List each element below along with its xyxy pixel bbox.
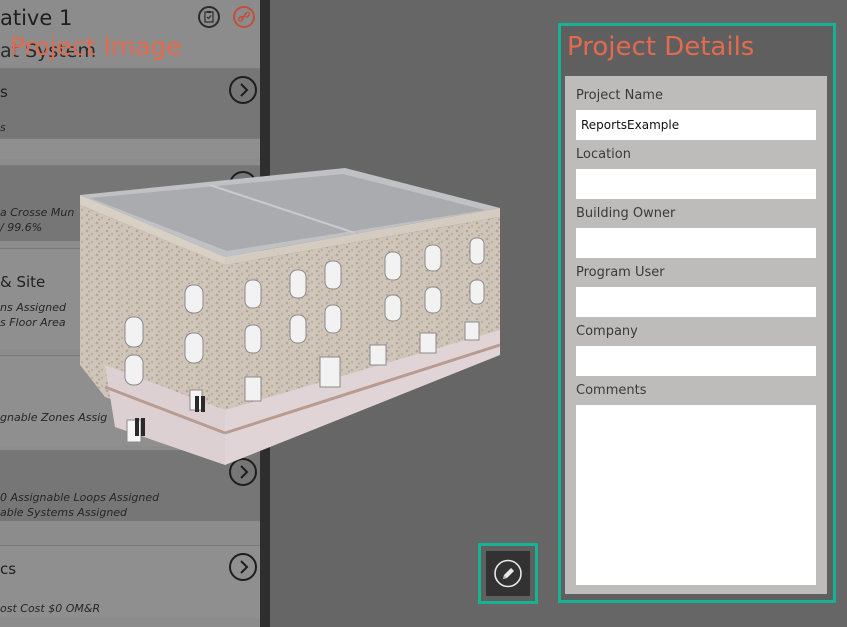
building-owner-label: Building Owner xyxy=(576,206,676,221)
summary-card-systems[interactable]: s s xyxy=(0,68,260,139)
project-name-label: Project Name xyxy=(576,88,663,103)
chevron-right-icon[interactable] xyxy=(229,553,257,581)
card-heading: s xyxy=(0,83,8,101)
program-user-field[interactable] xyxy=(576,287,816,317)
project-details-panel: Project Details Project Name Location Bu… xyxy=(558,23,836,603)
edit-button-frame xyxy=(478,543,538,604)
location-label: Location xyxy=(576,147,631,162)
project-details-title: Project Details xyxy=(567,32,755,62)
comments-label: Comments xyxy=(576,383,647,398)
company-label: Company xyxy=(576,324,638,339)
card-detail: 0 Assignable Loops Assigned xyxy=(0,491,160,504)
project-building-image xyxy=(80,168,501,465)
card-heading: & Site xyxy=(0,273,46,291)
card-detail: / 99.6% xyxy=(0,221,43,234)
summary-card-economics[interactable]: cs ost Cost $0 OM&R xyxy=(0,545,260,618)
link-icon[interactable] xyxy=(233,6,255,28)
chevron-right-icon[interactable] xyxy=(229,76,257,104)
pencil-icon xyxy=(494,559,522,588)
building-owner-field[interactable] xyxy=(576,228,816,258)
project-name-field[interactable] xyxy=(576,110,816,140)
project-image-label: Project Image xyxy=(10,32,182,61)
location-field[interactable] xyxy=(576,169,816,199)
summary-card-spacer xyxy=(0,138,260,159)
company-field[interactable] xyxy=(576,346,816,376)
card-detail: able Systems Assigned xyxy=(0,506,128,519)
project-details-form: Project Name Location Building Owner Pro… xyxy=(565,76,827,594)
alternative-title: ative 1 xyxy=(0,6,73,30)
edit-button[interactable] xyxy=(486,551,530,596)
program-user-label: Program User xyxy=(576,265,665,280)
card-heading: cs xyxy=(0,560,17,578)
comments-field[interactable] xyxy=(576,405,816,585)
card-detail: ost Cost $0 OM&R xyxy=(0,602,101,615)
clipboard-icon[interactable] xyxy=(198,6,220,28)
card-detail: s xyxy=(0,121,6,134)
